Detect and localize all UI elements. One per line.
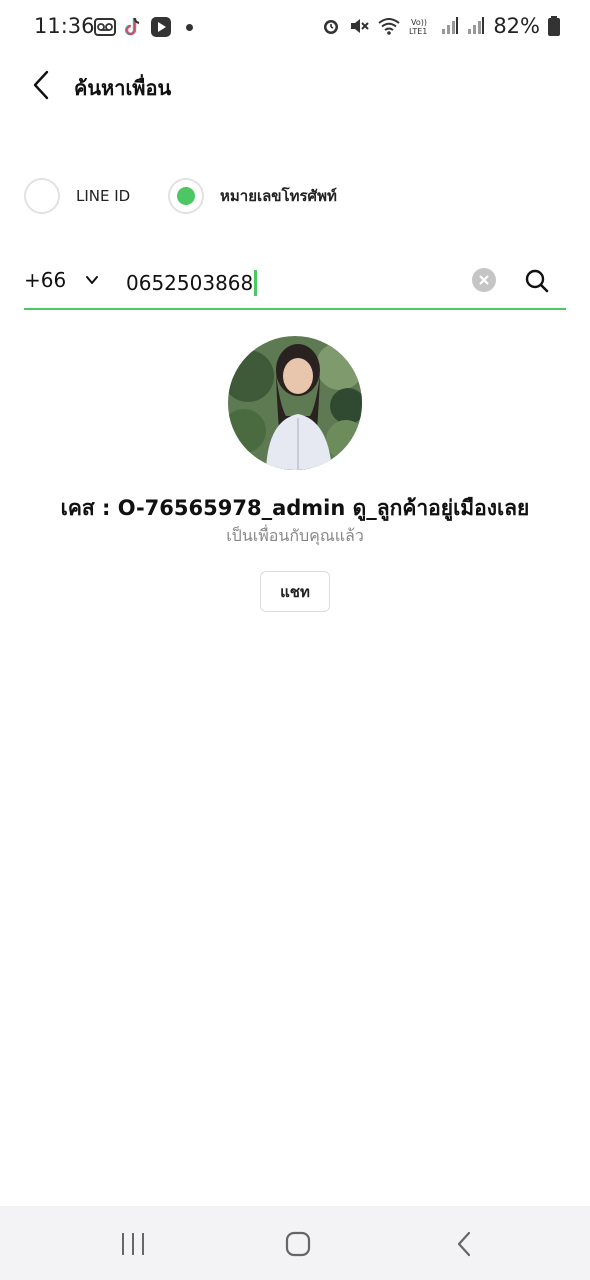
app-header: ค้นหาเพื่อน xyxy=(0,56,590,116)
radio-label-phone: หมายเลขโทรศัพท์ xyxy=(220,187,337,205)
phone-number-value: 0652503868 xyxy=(126,271,254,295)
wifi-icon xyxy=(378,18,400,35)
back-icon xyxy=(457,1231,471,1257)
status-bar: 11:36 Vo)) LTE1 82% xyxy=(0,0,590,56)
clear-icon xyxy=(479,275,489,285)
search-type-selector: LINE ID หมายเลขโทรศัพท์ xyxy=(0,178,590,218)
signal-icon-1 xyxy=(442,17,459,34)
text-cursor xyxy=(254,270,258,296)
radio-phone-number[interactable]: หมายเลขโทรศัพท์ xyxy=(168,178,337,214)
status-time: 11:36 xyxy=(34,14,95,38)
phone-search-bar: +66 0652503868 xyxy=(24,258,566,310)
home-button[interactable] xyxy=(278,1228,318,1260)
profile-name: เคส : O-76565978_admin ดู_ลูกค้าอยู่เมือ… xyxy=(60,496,530,520)
chat-button[interactable]: แชท xyxy=(260,571,330,612)
home-icon xyxy=(285,1231,311,1257)
recent-apps-icon xyxy=(122,1233,144,1255)
country-code: +66 xyxy=(24,268,67,292)
phone-number-input[interactable]: 0652503868 xyxy=(126,266,456,300)
signal-icon-2 xyxy=(468,17,485,34)
nav-back-button[interactable] xyxy=(444,1228,484,1260)
recent-apps-button[interactable] xyxy=(113,1228,153,1260)
clear-button[interactable] xyxy=(472,268,496,292)
chevron-left-icon xyxy=(33,70,49,100)
volte-icon: Vo))LTE1 xyxy=(409,18,427,36)
svg-text:Vo)): Vo)) xyxy=(411,18,427,27)
alarm-icon xyxy=(324,20,339,34)
voicemail-icon xyxy=(94,16,116,38)
more-notifications-icon xyxy=(186,23,193,31)
video-app-icon xyxy=(150,16,172,38)
back-button[interactable] xyxy=(26,68,56,102)
radio-line-id[interactable]: LINE ID xyxy=(24,178,130,214)
system-navigation-bar xyxy=(0,1206,590,1280)
tiktok-icon xyxy=(122,16,144,38)
search-button[interactable] xyxy=(524,268,550,294)
mute-icon xyxy=(351,19,370,33)
avatar[interactable] xyxy=(228,336,362,470)
radio-button-selected[interactable] xyxy=(168,178,204,214)
svg-text:LTE1: LTE1 xyxy=(409,27,427,36)
notification-icons xyxy=(94,16,193,38)
system-icons: Vo)) LTE1 82% xyxy=(321,14,560,38)
radio-button[interactable] xyxy=(24,178,60,214)
page-title: ค้นหาเพื่อน xyxy=(74,76,172,100)
country-code-dropdown[interactable]: +66 xyxy=(24,268,100,292)
friend-status: เป็นเพื่อนกับคุณแล้ว xyxy=(226,526,364,545)
radio-label-line-id: LINE ID xyxy=(76,187,131,205)
search-icon xyxy=(525,269,549,293)
radio-selected-dot xyxy=(177,187,195,205)
battery-icon xyxy=(548,16,560,36)
battery-percent: 82% xyxy=(493,14,540,38)
chevron-down-icon xyxy=(86,276,99,284)
